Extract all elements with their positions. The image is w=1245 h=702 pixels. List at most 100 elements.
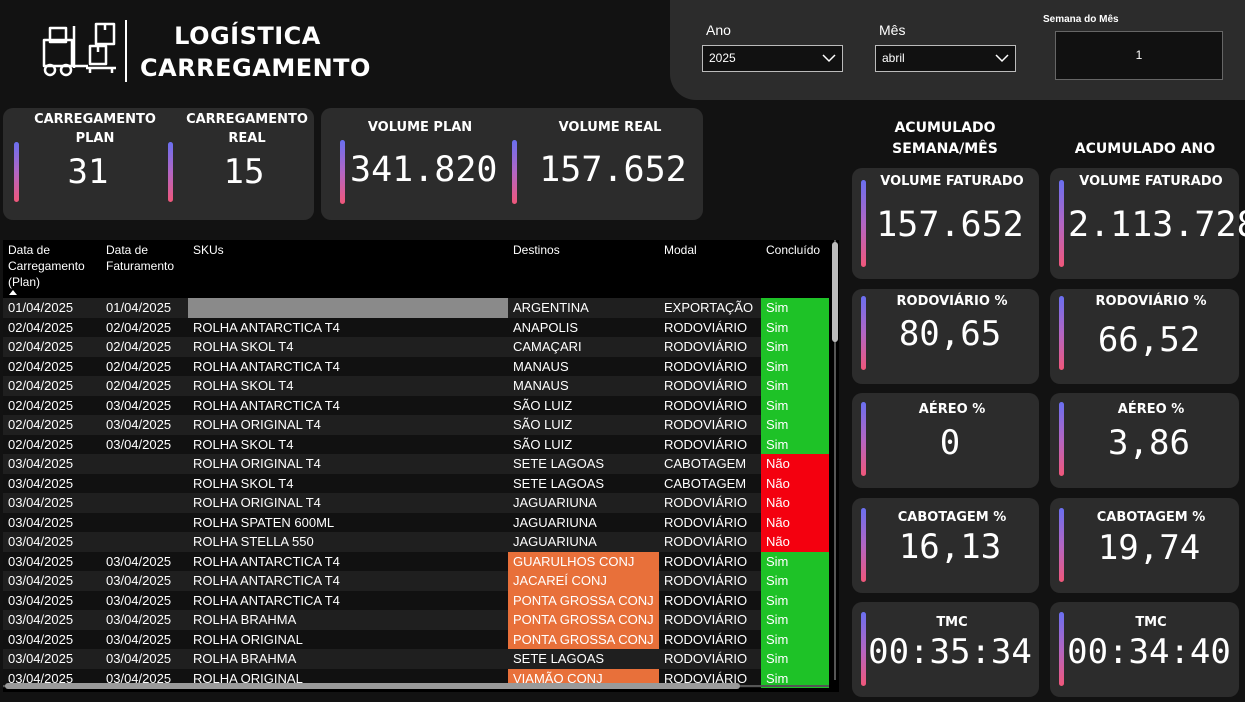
horizontal-scrollbar[interactable]: [3, 682, 829, 690]
col-header-data-faturamento[interactable]: Data de Faturamento: [106, 242, 174, 274]
cell-modal: RODOVIÁRIO: [664, 573, 748, 588]
col-header-data-carregamento[interactable]: Data de Carregamento (Plan): [8, 242, 85, 290]
cell-sku: ROLHA STELLA 550: [193, 534, 314, 549]
sort-ascending-icon[interactable]: [9, 290, 17, 295]
ano-aereo-value: 3,86: [1108, 423, 1190, 463]
cell-modal: RODOVIÁRIO: [664, 495, 748, 510]
cell-modal: RODOVIÁRIO: [664, 553, 748, 569]
semana-volume-label: VOLUME FATURADO: [880, 174, 1024, 189]
volume-plan-value: 341.820: [350, 150, 498, 190]
table-row[interactable]: 03/04/2025 03/04/2025 ROLHA ORIGINAL PONTA …: [3, 629, 829, 649]
table-row[interactable]: 03/04/2025 03/04/2025 ROLHA BRAHMA SETE LAG…: [3, 649, 829, 669]
accent-bar: [340, 140, 345, 204]
cell-concluido: Sim: [761, 551, 829, 571]
col-header-concluido[interactable]: Concluído: [766, 242, 820, 258]
semana-aereo-value: 0: [939, 423, 961, 463]
cell-concluido: Não: [761, 473, 829, 493]
col-header-line: Faturamento: [106, 259, 175, 273]
scrollbar-thumb[interactable]: [5, 683, 740, 689]
table-row[interactable]: 02/04/2025 03/04/2025 ROLHA SKOL T4 SÃO LUI…: [3, 434, 829, 454]
cell-modal: RODOVIÁRIO: [664, 358, 748, 374]
chevron-down-icon: [822, 54, 836, 63]
cell-data-faturamento: [101, 474, 188, 494]
col-header-modal[interactable]: Modal: [664, 242, 697, 258]
cell-data-faturamento: 03/04/2025: [106, 553, 172, 569]
table-row[interactable]: 03/04/2025 ROLHA STELLA 550 JAGUARIUNA RODO…: [3, 532, 829, 552]
cell-modal: CABOTAGEM: [664, 456, 747, 471]
cell-destino: ARGENTINA: [513, 300, 589, 315]
cell-sku: ROLHA ANTARCTICA T4: [193, 358, 340, 374]
cell-data-carregamento: 03/04/2025: [8, 495, 74, 510]
page-title-line2: CARREGAMENTO: [140, 54, 371, 82]
table-row[interactable]: 02/04/2025 02/04/2025 ROLHA SKOL T4 CAMAÇAR…: [3, 337, 829, 357]
ano-dropdown[interactable]: 2025: [702, 45, 843, 72]
col-header-line: Data de: [8, 243, 51, 257]
table-row[interactable]: 03/04/2025 ROLHA SPATEN 600ML JAGUARIUNA RO…: [3, 512, 829, 532]
table-row[interactable]: 03/04/2025 ROLHA SKOL T4 SETE LAGOAS CABOTA…: [3, 473, 829, 494]
cell-sku: ROLHA ORIGINAL: [193, 631, 303, 647]
cell-modal: RODOVIÁRIO: [664, 534, 748, 549]
semana-aereo-label: AÉREO %: [918, 402, 986, 417]
volume-real-label: VOLUME REAL: [558, 120, 662, 135]
cell-sku: ROLHA ANTARCTICA T4: [193, 553, 340, 569]
semana-label: Semana do Mês: [1043, 14, 1119, 25]
cell-data-faturamento: 01/04/2025: [106, 300, 172, 315]
accent-bar: [1059, 180, 1064, 267]
table-row[interactable]: 02/04/2025 03/04/2025 ROLHA ORIGINAL T4 SÃO…: [3, 415, 829, 435]
accent-bar: [861, 402, 866, 476]
accent-bar: [861, 508, 866, 582]
mes-dropdown[interactable]: abril: [875, 45, 1016, 72]
cell-data-carregamento: 02/04/2025: [8, 417, 74, 432]
table-row[interactable]: 02/04/2025 02/04/2025 ROLHA ANTARCTICA T4 A…: [3, 317, 829, 337]
vertical-scrollbar[interactable]: [831, 240, 839, 680]
cell-data-carregamento: 02/04/2025: [8, 436, 74, 452]
cell-data-carregamento: 03/04/2025: [8, 456, 74, 471]
cell-modal: RODOVIÁRIO: [664, 397, 748, 413]
cell-data-faturamento: 03/04/2025: [106, 397, 172, 413]
cell-data-faturamento: 03/04/2025: [106, 436, 172, 452]
ano-tmc-label: TMC: [1135, 615, 1167, 630]
cell-concluido: Não: [761, 532, 829, 552]
table-row[interactable]: 03/04/2025 ROLHA ORIGINAL T4 JAGUARIUNA ROD…: [3, 493, 829, 513]
cell-sku: ROLHA SKOL T4: [193, 475, 294, 491]
col-header-skus[interactable]: SKUs: [193, 242, 224, 258]
table-row[interactable]: 03/04/2025 ROLHA ORIGINAL T4 SETE LAGOAS CA…: [3, 454, 829, 474]
cell-destino: SETE LAGOAS: [513, 651, 605, 666]
accent-bar: [861, 180, 866, 267]
cell-modal: RODOVIÁRIO: [664, 339, 748, 354]
cell-data-faturamento: 03/04/2025: [106, 592, 172, 608]
table-row[interactable]: 03/04/2025 03/04/2025 ROLHA ANTARCTICA T4 G…: [3, 551, 829, 571]
col-header-destinos[interactable]: Destinos: [513, 242, 560, 258]
cell-sku: ROLHA SKOL T4: [193, 436, 294, 452]
cell-data-carregamento: 03/04/2025: [8, 553, 74, 569]
cell-data-carregamento: 02/04/2025: [8, 319, 74, 335]
header-divider: [125, 20, 127, 82]
table-row[interactable]: 03/04/2025 03/04/2025 ROLHA BRAHMA PONTA GR…: [3, 610, 829, 630]
cell-destino: PONTA GROSSA CONJ: [508, 590, 659, 610]
cell-sku: ROLHA BRAHMA: [193, 612, 297, 627]
table-row[interactable]: 02/04/2025 03/04/2025 ROLHA ANTARCTICA T4 S…: [3, 395, 829, 415]
carregamento-plan-label: CARREGAMENTO PLAN: [34, 112, 156, 146]
cell-modal: RODOVIÁRIO: [664, 592, 748, 608]
table-row[interactable]: 03/04/2025 03/04/2025 ROLHA ANTARCTICA T4 J…: [3, 571, 829, 591]
cell-destino: GUARULHOS CONJ: [508, 551, 659, 571]
cell-modal: CABOTAGEM: [664, 475, 747, 491]
cell-concluido: Sim: [761, 376, 829, 396]
col-header-line: Carregamento: [8, 259, 85, 273]
table-row[interactable]: 01/04/2025 01/04/2025 ARGENTINA EXPORTAÇÃO S…: [3, 298, 829, 318]
ano-volume-value: 2.113.728: [1068, 205, 1245, 245]
table-row[interactable]: 02/04/2025 02/04/2025 ROLHA SKOL T4 MANAUS R…: [3, 376, 829, 396]
cell-concluido: Sim: [761, 337, 829, 357]
ano-volume-label: VOLUME FATURADO: [1079, 174, 1223, 189]
cell-data-faturamento: 02/04/2025: [106, 378, 172, 393]
semana-input[interactable]: 1: [1055, 31, 1223, 80]
ano-rodoviario-value: 66,52: [1097, 320, 1201, 360]
cell-data-carregamento: 02/04/2025: [8, 339, 74, 354]
table-row[interactable]: 03/04/2025 03/04/2025 ROLHA ANTARCTICA T4 P…: [3, 590, 829, 610]
acumulado-semana-heading: ACUMULADO SEMANA/MÊS: [892, 120, 998, 157]
scrollbar-thumb[interactable]: [832, 242, 838, 342]
cell-data-carregamento: 02/04/2025: [8, 397, 74, 413]
cell-data-carregamento: 03/04/2025: [8, 514, 74, 530]
semana-rodoviario-value: 80,65: [898, 314, 1002, 354]
table-row[interactable]: 02/04/2025 02/04/2025 ROLHA ANTARCTICA T4 M…: [3, 356, 829, 376]
